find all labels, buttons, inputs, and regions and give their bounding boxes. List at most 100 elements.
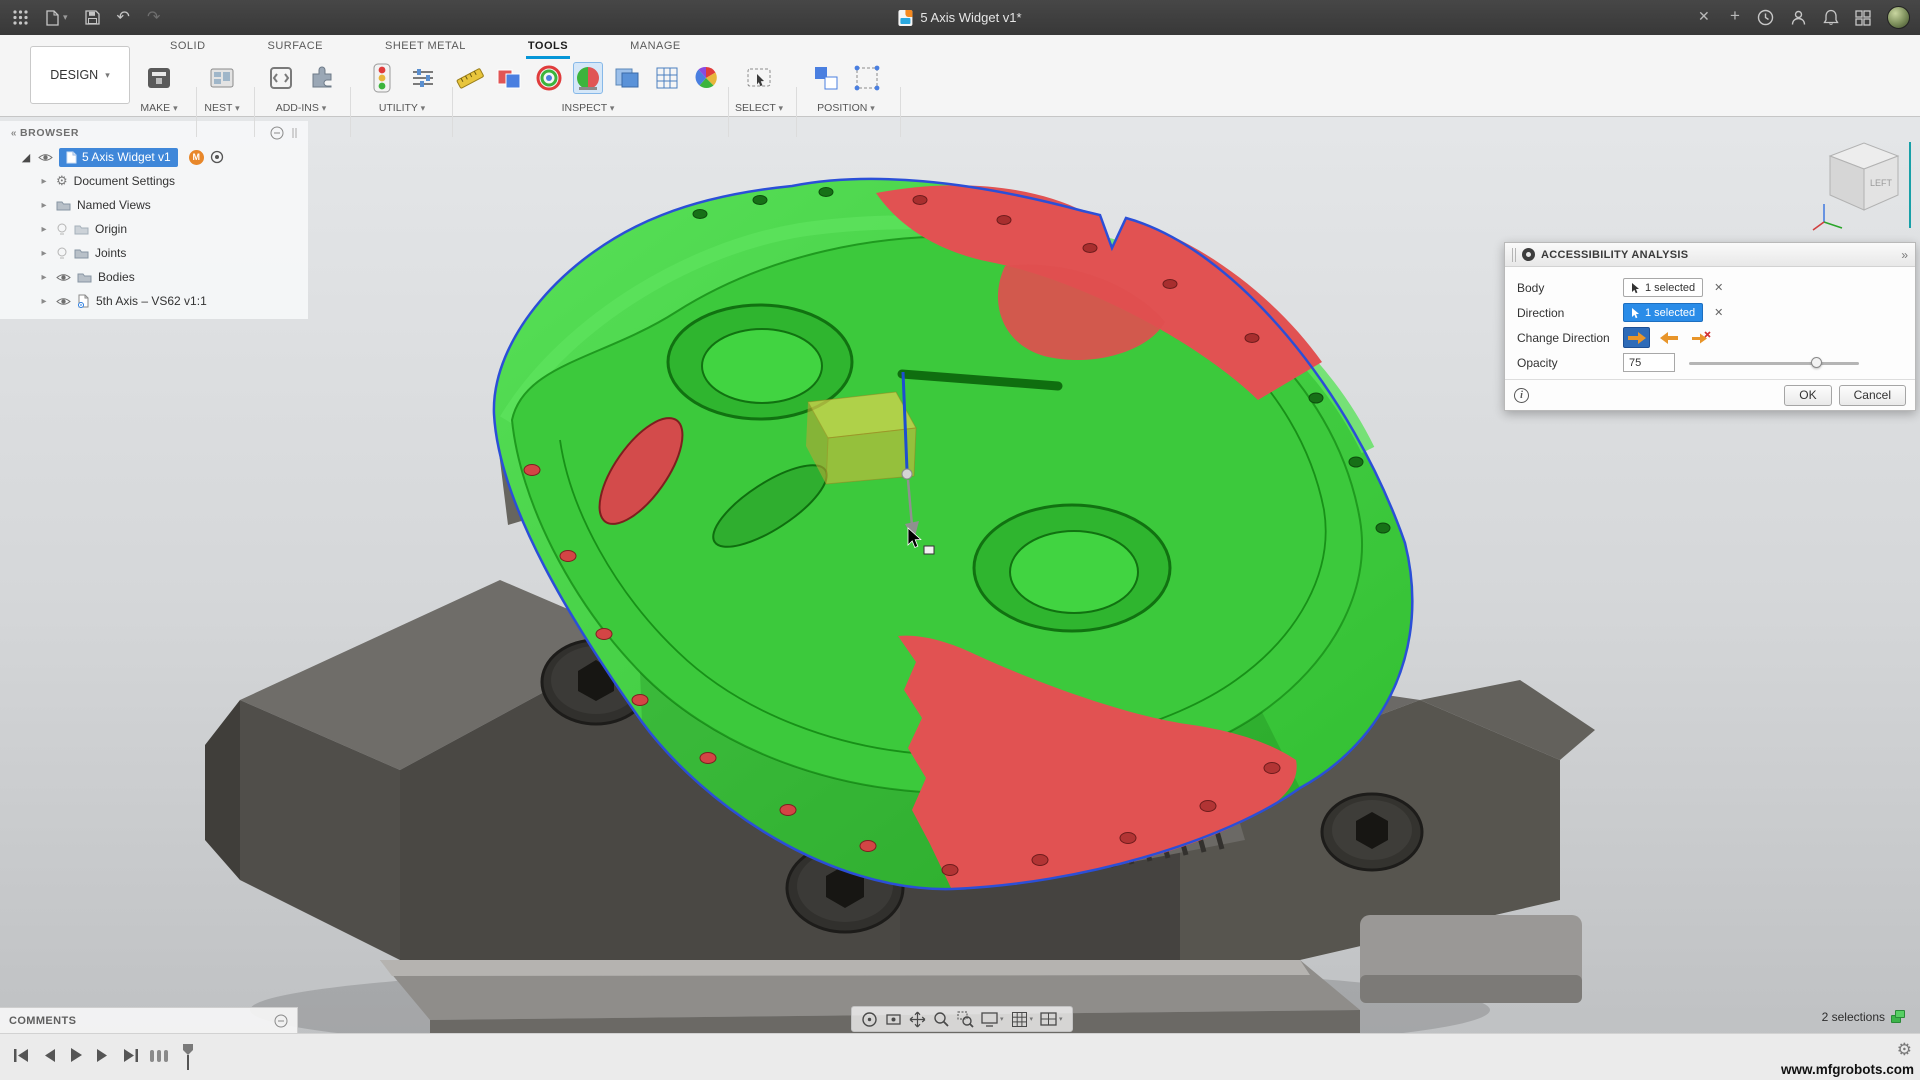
group-utility[interactable]: UTILITY ▾ xyxy=(354,59,450,117)
collapsed-arrow-icon[interactable]: ▸ xyxy=(38,248,50,259)
select-icon[interactable] xyxy=(743,62,775,94)
collapsed-arrow-icon[interactable]: ▸ xyxy=(38,176,50,187)
clear-direction-selection-icon[interactable]: ✕ xyxy=(1711,306,1726,319)
browser-root-selected[interactable]: 5 Axis Widget v1 xyxy=(59,147,178,167)
tab-solid[interactable]: SOLID xyxy=(168,35,208,59)
position-capture-icon[interactable] xyxy=(810,62,842,94)
grid-snap-icon[interactable]: ▾ xyxy=(1011,1011,1033,1028)
measure-ruler-icon[interactable] xyxy=(455,62,485,94)
settings-gear-icon[interactable]: ⚙ xyxy=(1897,1040,1912,1060)
addin-puzzle-icon[interactable] xyxy=(306,62,338,94)
component-color-icon[interactable] xyxy=(651,62,681,94)
group-nest[interactable]: NEST ▾ xyxy=(192,59,252,117)
timeline-go-start-icon[interactable] xyxy=(12,1048,30,1063)
zoom-window-icon[interactable] xyxy=(957,1011,974,1028)
selection-set-icon[interactable] xyxy=(1891,1010,1906,1024)
document-tab[interactable]: 5 Axis Widget v1* xyxy=(898,0,1022,35)
timeline-step-forward-icon[interactable] xyxy=(96,1048,109,1063)
timeline-groups-icon[interactable] xyxy=(148,1042,170,1068)
browser-row-named-views[interactable]: ▸ Named Views xyxy=(0,193,308,217)
browser-row-joints[interactable]: ▸ Joints xyxy=(0,241,308,265)
direction-select-button[interactable]: 1 selected xyxy=(1623,303,1704,322)
collapsed-arrow-icon[interactable]: ▸ xyxy=(38,296,50,307)
direction-remove-button[interactable] xyxy=(1687,327,1714,348)
tab-manage[interactable]: MANAGE xyxy=(628,35,683,59)
collapsed-arrow-icon[interactable]: ▸ xyxy=(38,224,50,235)
group-make[interactable]: MAKE ▾ xyxy=(127,59,191,117)
browser-filter-icon[interactable] xyxy=(270,126,284,140)
save-icon[interactable] xyxy=(84,10,100,25)
tab-surface[interactable]: SURFACE xyxy=(266,35,325,59)
curvature-analysis-icon[interactable] xyxy=(534,62,564,94)
dialog-grip-icon[interactable] xyxy=(1512,247,1516,262)
panel-collapse-icon[interactable]: « xyxy=(8,128,20,139)
notification-bell-icon[interactable] xyxy=(1823,9,1839,26)
browser-row-origin[interactable]: ▸ Origin xyxy=(0,217,308,241)
collaborator-badge[interactable]: M xyxy=(188,149,204,165)
group-addins[interactable]: ADD-INS ▾ xyxy=(256,59,346,117)
clear-body-selection-icon[interactable]: ✕ xyxy=(1711,281,1726,294)
collapsed-arrow-icon[interactable]: ▸ xyxy=(38,272,50,283)
group-position[interactable]: POSITION ▾ xyxy=(798,59,894,117)
body-select-button[interactable]: 1 selected xyxy=(1623,278,1704,297)
orbit-icon[interactable] xyxy=(861,1011,878,1028)
timeline-play-icon[interactable] xyxy=(69,1047,83,1063)
comments-bar[interactable]: COMMENTS xyxy=(0,1007,298,1033)
user-avatar[interactable] xyxy=(1887,6,1910,29)
group-select[interactable]: SELECT ▾ xyxy=(726,59,792,117)
interference-icon[interactable] xyxy=(494,62,524,94)
zoom-icon[interactable] xyxy=(933,1011,950,1028)
help-icon[interactable] xyxy=(1790,9,1807,26)
nest-icon[interactable] xyxy=(206,62,238,94)
context-target-icon[interactable] xyxy=(210,150,224,164)
browser-row-5th-axis[interactable]: ▸ 5th Axis – VS62 v1:1 xyxy=(0,289,308,313)
draft-analysis-icon[interactable] xyxy=(691,62,721,94)
timeline-go-end-icon[interactable] xyxy=(122,1048,140,1063)
comments-collapse-icon[interactable] xyxy=(274,1014,288,1028)
slider-handle[interactable] xyxy=(1811,357,1822,368)
look-at-icon[interactable] xyxy=(885,1011,902,1028)
expanded-arrow-icon[interactable]: ◢ xyxy=(20,151,32,164)
extensions-grid-icon[interactable] xyxy=(1855,9,1871,26)
direction-normal-button[interactable] xyxy=(1623,327,1650,348)
tab-sheet-metal[interactable]: SHEET METAL xyxy=(383,35,468,59)
browser-row-bodies[interactable]: ▸ Bodies xyxy=(0,265,308,289)
pan-icon[interactable] xyxy=(909,1011,926,1028)
section-analysis-icon[interactable] xyxy=(612,62,642,94)
dock-panel-icon[interactable]: » xyxy=(1901,248,1908,262)
close-document-icon[interactable]: ✕ xyxy=(1698,8,1710,25)
position-revert-icon[interactable] xyxy=(851,62,883,94)
file-menu[interactable]: ▾ xyxy=(46,9,68,26)
tab-tools[interactable]: TOOLS xyxy=(525,35,571,59)
visibility-eye-icon[interactable] xyxy=(38,152,53,163)
make-icon[interactable] xyxy=(143,62,175,94)
browser-row-document-settings[interactable]: ▸ ⚙ Document Settings xyxy=(0,169,308,193)
timeline-step-back-icon[interactable] xyxy=(43,1048,56,1063)
accessibility-analysis-icon[interactable] xyxy=(572,62,604,94)
undo-icon[interactable]: ↶ xyxy=(117,9,130,26)
opacity-input[interactable] xyxy=(1623,353,1675,372)
traffic-light-icon[interactable] xyxy=(366,62,398,94)
redo-icon[interactable]: ↷ xyxy=(147,9,160,26)
new-document-icon[interactable]: + xyxy=(1730,6,1740,26)
direction-flip-button[interactable] xyxy=(1655,327,1682,348)
opacity-slider[interactable] xyxy=(1689,353,1859,372)
group-inspect[interactable]: INSPECT ▾ xyxy=(455,59,721,117)
visibility-eye-icon[interactable] xyxy=(56,272,71,283)
scripts-icon[interactable] xyxy=(265,62,297,94)
ok-button[interactable]: OK xyxy=(1784,384,1832,406)
viewcube[interactable]: LEFT xyxy=(1812,128,1916,238)
timeline-marker[interactable] xyxy=(180,1042,196,1072)
display-settings-icon[interactable]: ▾ xyxy=(981,1011,1004,1027)
browser-row-root[interactable]: ◢ 5 Axis Widget v1 M xyxy=(0,145,308,169)
sliders-icon[interactable] xyxy=(407,62,439,94)
slider-track[interactable] xyxy=(1689,362,1859,365)
viewports-icon[interactable]: ▾ xyxy=(1040,1011,1063,1027)
bulb-off-icon[interactable] xyxy=(56,247,68,260)
bulb-off-icon[interactable] xyxy=(56,223,68,236)
collapsed-arrow-icon[interactable]: ▸ xyxy=(38,200,50,211)
dialog-header[interactable]: ACCESSIBILITY ANALYSIS » xyxy=(1505,243,1915,267)
job-status-icon[interactable] xyxy=(1757,9,1774,26)
visibility-eye-icon[interactable] xyxy=(56,296,71,307)
cancel-button[interactable]: Cancel xyxy=(1838,384,1906,406)
